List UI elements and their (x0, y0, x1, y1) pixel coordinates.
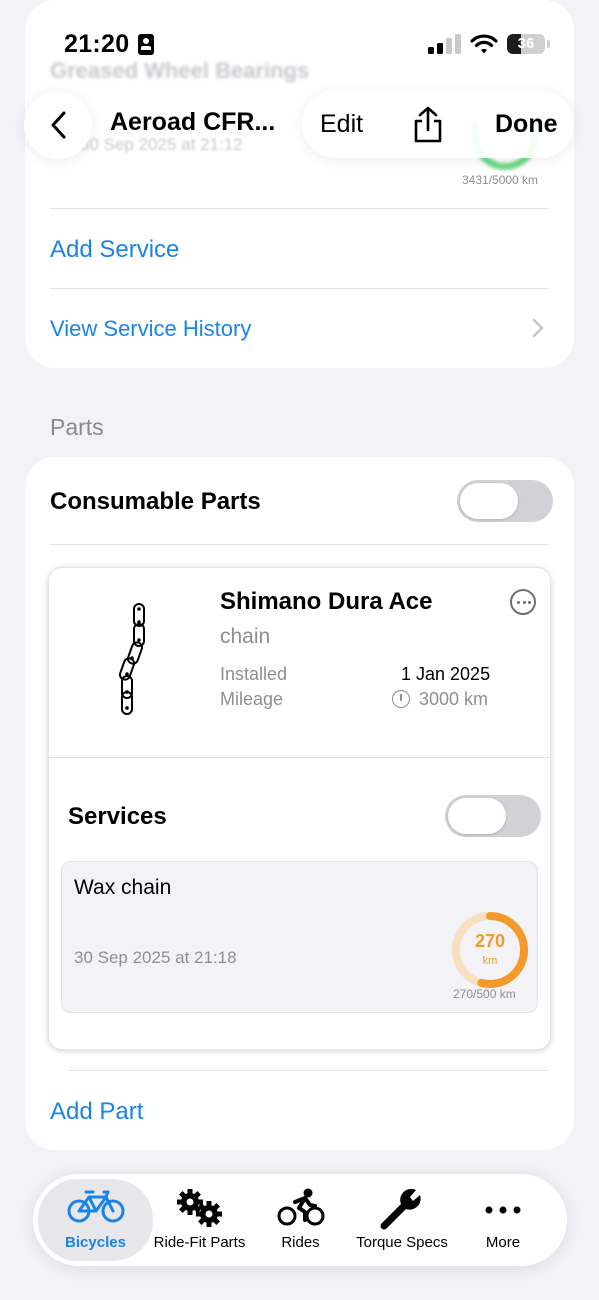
ghost-service-date: 30 Sep 2025 at 21:12 (80, 135, 243, 154)
tab-label: Bicycles (65, 1234, 126, 1251)
edit-button[interactable]: Edit (320, 110, 363, 139)
speedometer-icon (392, 690, 410, 708)
back-button[interactable] (24, 91, 92, 159)
chain-icon (118, 603, 145, 715)
consumable-parts-label: Consumable Parts (50, 488, 261, 515)
wifi-icon (470, 34, 498, 54)
installed-label: Installed (220, 664, 288, 684)
divider (49, 757, 550, 758)
nav-actions-group: Edit Done (302, 90, 574, 158)
tab-more[interactable]: More (471, 1174, 535, 1266)
share-icon[interactable] (412, 106, 444, 144)
cellular-signal-icon (428, 34, 462, 54)
cyclist-icon (277, 1188, 324, 1226)
battery-icon: 36 (507, 34, 545, 54)
ring-unit: km (482, 955, 498, 967)
status-time: 21:20 (64, 30, 130, 58)
gears-icon (176, 1189, 222, 1227)
divider (50, 208, 549, 209)
divider (68, 1070, 549, 1071)
ghost-mileage-caption: 3431/5000 km (462, 173, 539, 187)
tab-bar: Bicycles Ride-Fit Parts Rides Torque Spe… (33, 1174, 567, 1266)
mileage-value: 3000 km (419, 689, 489, 709)
divider (50, 544, 549, 545)
ring-value: 270 (474, 931, 506, 951)
tab-label: Torque Specs (356, 1234, 448, 1251)
tab-label: Ride-Fit Parts (153, 1234, 246, 1251)
chevron-right-icon (532, 318, 544, 338)
tab-torque-specs[interactable]: Torque Specs (350, 1174, 454, 1266)
tab-rides[interactable]: Rides (263, 1174, 338, 1266)
services-toggle[interactable] (445, 795, 541, 837)
tab-bicycles[interactable]: Bicycles (38, 1179, 153, 1261)
wrench-icon (380, 1188, 421, 1230)
page-title: Aeroad CFR... (110, 108, 276, 136)
more-options-icon[interactable] (510, 589, 536, 615)
done-button[interactable]: Done (495, 110, 558, 139)
add-service-button[interactable]: Add Service (50, 236, 179, 264)
consumable-parts-toggle[interactable] (457, 480, 553, 522)
service-date: 30 Sep 2025 at 21:18 (74, 948, 237, 967)
mileage-label: Mileage (220, 689, 284, 709)
part-name: Shimano Dura Ace (220, 588, 433, 615)
tab-ride-fit-parts[interactable]: Ride-Fit Parts (148, 1174, 251, 1266)
tab-label: Rides (281, 1234, 320, 1251)
chevron-left-icon (51, 111, 66, 139)
service-name: Wax chain (74, 876, 172, 899)
bicycle-icon (67, 1190, 124, 1223)
divider (50, 288, 549, 289)
services-label: Services (68, 803, 167, 830)
part-type: chain (220, 625, 271, 648)
status-bar: 21:20 36 (0, 0, 599, 88)
ellipsis-icon (485, 1206, 521, 1214)
ring-caption: 270/500 km (453, 987, 516, 1001)
battery-tip (547, 40, 550, 48)
add-part-button[interactable]: Add Part (50, 1098, 143, 1126)
view-service-history-link[interactable]: View Service History (50, 316, 251, 342)
battery-percentage: 36 (517, 35, 535, 52)
parts-section-header: Parts (50, 414, 104, 440)
tab-label: More (485, 1234, 521, 1251)
contact-card-icon (138, 34, 154, 55)
installed-value: 1 Jan 2025 (401, 664, 491, 684)
